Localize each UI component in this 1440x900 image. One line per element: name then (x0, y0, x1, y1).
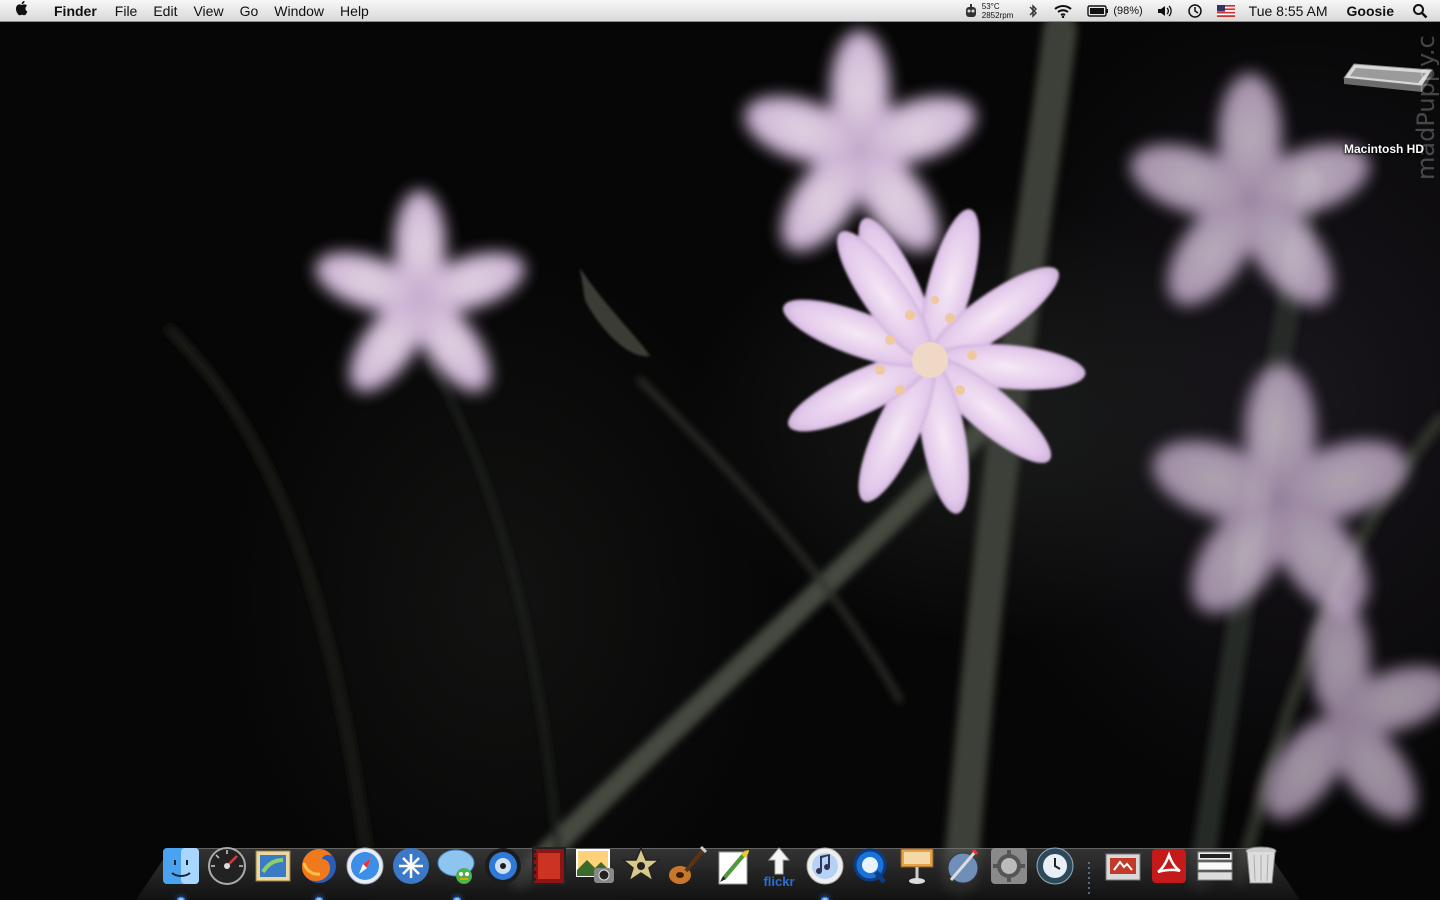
trash-icon[interactable] (1238, 842, 1284, 890)
menu-view[interactable]: View (185, 0, 231, 22)
mail-dock-icon[interactable] (250, 842, 296, 890)
iweb-dock-icon[interactable] (710, 842, 756, 890)
fan-speed-readout: 2852rpm (981, 11, 1014, 20)
menu-go[interactable]: Go (232, 0, 267, 22)
script-editor-dock-icon[interactable] (940, 842, 986, 890)
dvd-player-dock-icon[interactable] (480, 842, 526, 890)
desktop-wallpaper (0, 0, 1440, 900)
imovie-dock-icon[interactable] (526, 842, 572, 890)
temperature-readout: 53°C (981, 2, 1000, 11)
user-menu[interactable]: Goosie (1335, 0, 1406, 22)
firefox-dock-icon[interactable] (296, 842, 342, 900)
flickr-uploadr-dock-icon[interactable]: flickr (756, 842, 802, 890)
robot-icon (965, 4, 976, 17)
menu-edit[interactable]: Edit (145, 0, 185, 22)
imovie-star-dock-icon[interactable] (618, 842, 664, 890)
dashboard-dock-icon[interactable] (204, 842, 250, 890)
dock-separator (1078, 842, 1100, 896)
battery-percent: (98%) (1113, 5, 1143, 17)
safari-dock-icon[interactable] (342, 842, 388, 890)
flickr-text: flickr (763, 874, 794, 888)
spotlight-icon[interactable] (1406, 3, 1440, 19)
documents-stack-icon[interactable] (1100, 842, 1146, 890)
downloads-stack-icon[interactable] (1192, 842, 1238, 890)
battery-status[interactable]: (98%) (1080, 0, 1149, 22)
menu-window[interactable]: Window (266, 0, 332, 22)
menu-finder[interactable]: Finder (44, 0, 107, 22)
iphoto-dock-icon[interactable] (572, 842, 618, 890)
menu-file[interactable]: File (107, 0, 146, 22)
finder-dock-icon[interactable] (158, 842, 204, 900)
adium-dock-icon[interactable] (434, 842, 480, 900)
wifi-icon[interactable] (1046, 4, 1080, 18)
volume-icon[interactable] (1150, 4, 1180, 18)
clock[interactable]: Tue 8:55 AM (1242, 0, 1335, 22)
quicktime-dock-icon[interactable] (848, 842, 894, 890)
menu-bar: Finder File Edit View Go Window Help 53°… (0, 0, 1440, 22)
garageband-dock-icon[interactable] (664, 842, 710, 890)
bluetooth-icon[interactable] (1020, 4, 1046, 18)
acrobat-stack-icon[interactable] (1146, 842, 1192, 890)
dock: flickr (158, 838, 1284, 900)
watermark-text: madPuppy.c (1412, 35, 1440, 180)
time-machine-dock-icon[interactable] (1032, 842, 1078, 890)
us-flag-icon[interactable] (1210, 5, 1242, 17)
menu-help[interactable]: Help (332, 0, 377, 22)
itunes-dock-icon[interactable] (802, 842, 848, 900)
status-area: 53°C 2852rpm (98%) Tue 8:55 AM Goosie (957, 0, 1440, 22)
time-machine-menu-icon[interactable] (1180, 3, 1210, 19)
battery-icon (1087, 5, 1109, 17)
apple-menu-icon[interactable] (0, 0, 44, 21)
keynote-dock-icon[interactable] (894, 842, 940, 890)
system-preferences-dock-icon[interactable] (986, 842, 1032, 890)
temperature-monitor[interactable]: 53°C 2852rpm (957, 2, 1021, 20)
transmission-dock-icon[interactable] (388, 842, 434, 890)
